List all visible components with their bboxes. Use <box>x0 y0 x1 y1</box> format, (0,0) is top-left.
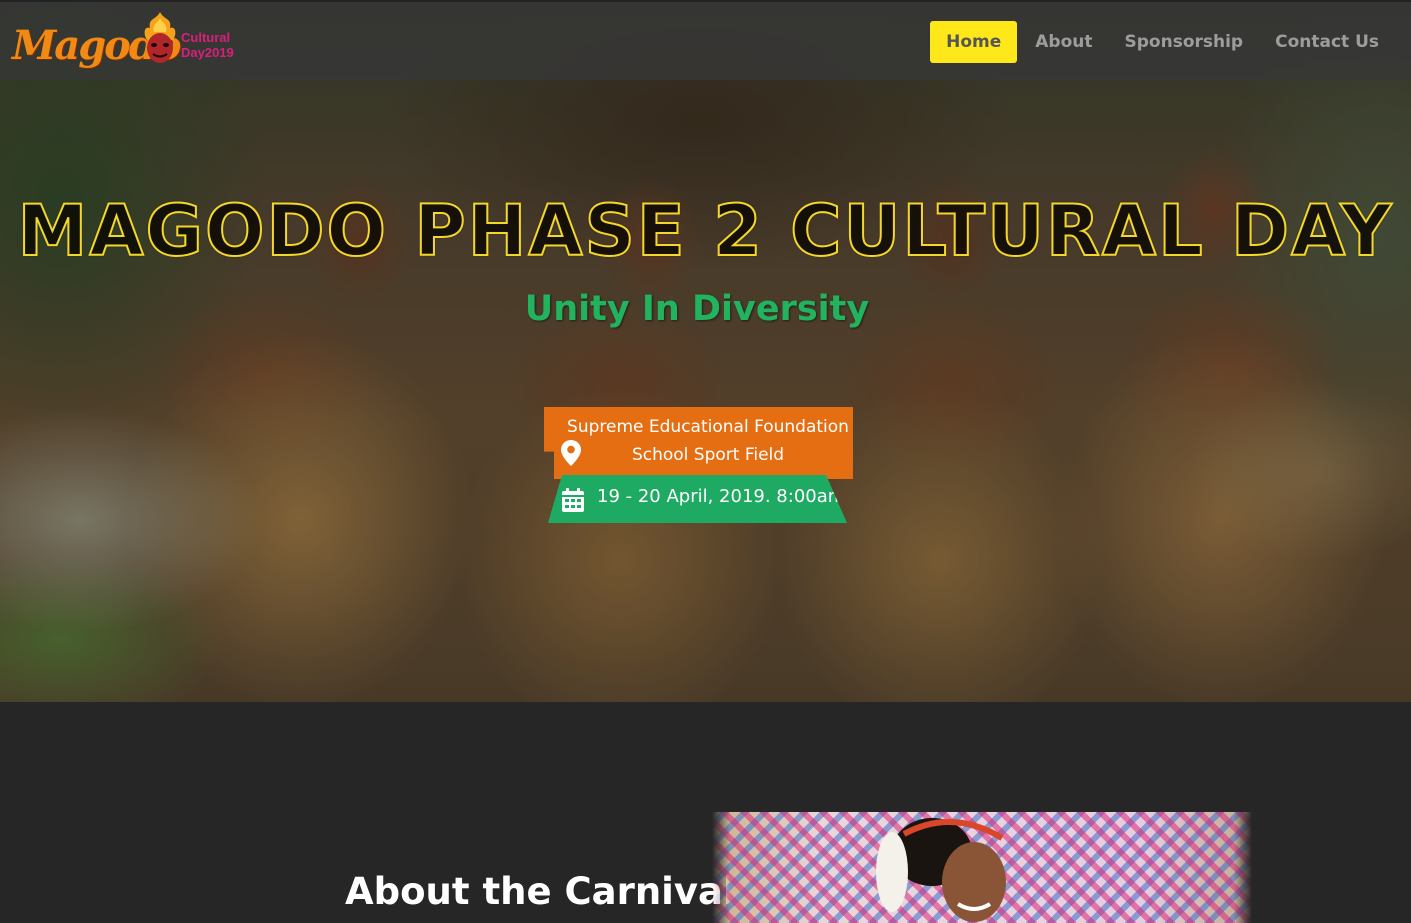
logo-subtitle-line2: Day2019 <box>181 45 234 60</box>
location-badge: Supreme Educational Foundation School Sp… <box>544 407 853 479</box>
nav-item-contact-us[interactable]: Contact Us <box>1259 21 1395 63</box>
nav-item-home[interactable]: Home <box>930 21 1018 63</box>
nav-item-about[interactable]: About <box>1019 21 1108 63</box>
location-text: Supreme Educational Foundation School Sp… <box>558 413 853 469</box>
hero-overlay <box>0 0 1411 702</box>
calendar-icon <box>562 488 584 512</box>
logo-subtitle: Cultural Day2019 <box>181 30 251 60</box>
person-photo-figure <box>876 818 1006 922</box>
location-line2: School Sport Field <box>631 445 785 465</box>
logo-subtitle-line1: Cultural <box>181 30 231 45</box>
location-line1: Supreme Educational Foundation <box>567 417 849 437</box>
nav-menu: Home About Sponsorship Contact Us <box>930 21 1395 63</box>
navbar: Magodo Cultural Day2019 Home About Spons… <box>0 0 1411 80</box>
event-date: 19 - 20 April, 2019. 8:00am <box>597 486 846 507</box>
hero-tagline: Unity In Diversity <box>524 289 870 329</box>
about-title: About the Carnival <box>345 870 736 913</box>
nav-item-sponsorship[interactable]: Sponsorship <box>1109 21 1260 63</box>
mask-flame-icon <box>144 12 176 63</box>
hero-banner <box>0 0 1411 702</box>
site-logo[interactable]: Magodo Cultural Day2019 <box>12 10 242 76</box>
date-badge: 19 - 20 April, 2019. 8:00am <box>548 475 847 523</box>
hero-title: MAGODO PHASE 2 CULTURAL DAY <box>17 189 1394 273</box>
about-section: About the Carnival <box>0 702 1411 923</box>
carnival-photo <box>712 812 1252 923</box>
